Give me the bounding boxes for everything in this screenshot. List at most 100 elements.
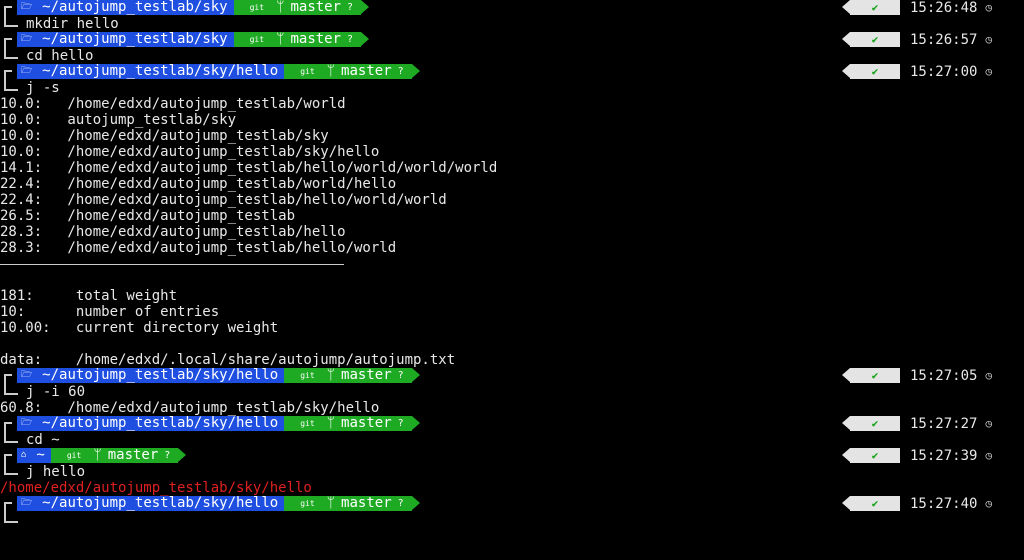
command-line-3: j -s <box>0 80 1024 96</box>
command-line-4: j -i 60 <box>0 384 1024 400</box>
check-icon: ✔ <box>842 64 900 79</box>
git-icon: git <box>249 3 265 12</box>
path-text: ~/autojump_testlab/sky/hello <box>42 495 279 511</box>
git-segment: git ᛘ master? <box>284 495 421 511</box>
folder-icon: 🗁 <box>21 2 33 12</box>
path-segment: 🗁 ~/autojump_testlab/sky/hello <box>17 63 293 79</box>
git-segment: git ᛘ master? <box>233 0 370 15</box>
prompt-line-4: 🗁 ~/autojump_testlab/sky/hello git ᛘ master… <box>0 368 1024 384</box>
path-text: ~/autojump_testlab/sky/hello <box>42 63 279 79</box>
check-icon: ✔ <box>842 368 900 383</box>
command-line-7[interactable] <box>0 512 1024 528</box>
git-icon: git <box>300 499 315 508</box>
prompt-line-5: 🗁 ~/autojump_testlab/sky/hello git ᛘ master… <box>0 416 1024 432</box>
command-text: mkdir hello <box>26 16 119 32</box>
prompt-corner-icon <box>4 502 12 512</box>
check-icon: ✔ <box>842 496 900 511</box>
clock-icon: ◷ <box>985 64 993 78</box>
prompt-line-7: 🗁 ~/autojump_testlab/sky/hello git ᛘ master… <box>0 496 1024 512</box>
clock-icon: ◷ <box>985 368 993 382</box>
folder-icon: 🗁 <box>21 66 33 76</box>
path-text: ~/autojump_testlab/sky <box>42 31 228 47</box>
prompt-corner-icon <box>4 80 18 91</box>
command-text: j -s <box>26 80 60 96</box>
branch-icon: ᛘ <box>326 63 336 79</box>
command-text: cd hello <box>26 48 94 64</box>
output-row: 26.5: /home/edxd/autojump_testlab <box>0 208 296 224</box>
output-row: 14.1: /home/edxd/autojump_testlab/hello/… <box>0 160 498 176</box>
prompt-corner-icon <box>4 374 12 384</box>
git-segment: git ᛘ master? <box>50 447 187 463</box>
output-row: 10.0: /home/edxd/autojump_testlab/sky/he… <box>0 144 380 160</box>
status-question-icon: ? <box>397 370 404 381</box>
command-text: j -i 60 <box>26 384 86 400</box>
command-line-5: cd ~ <box>0 432 1024 448</box>
data-path-row: data: /home/edxd/.local/share/autojump/a… <box>0 352 456 368</box>
jump-output-row: /home/edxd/autojump_testlab/sky/hello <box>0 480 312 496</box>
prompt-line-1: 🗁 ~/autojump_testlab/sky git ᛘ master? ✔ 15:… <box>0 0 1024 16</box>
git-icon: git <box>300 371 315 380</box>
command-line-1: mkdir hello <box>0 16 1024 32</box>
branch-name: master <box>290 31 342 47</box>
status-question-icon: ? <box>397 418 404 429</box>
clock-icon: ◷ <box>985 416 993 430</box>
path-text: ~/autojump_testlab/sky <box>42 0 228 15</box>
status-question-icon: ? <box>397 66 404 77</box>
prompt-corner-icon <box>4 512 18 523</box>
branch-icon: ᛘ <box>276 0 285 15</box>
branch-icon: ᛘ <box>276 31 285 47</box>
path-text: ~/autojump_testlab/sky/hello <box>42 415 279 431</box>
home-icon: ⌂ <box>21 450 27 460</box>
clock-icon: ◷ <box>985 32 993 46</box>
prompt-corner-icon <box>4 464 18 475</box>
check-icon: ✔ <box>842 32 900 47</box>
output-row: 28.3: /home/edxd/autojump_testlab/hello/… <box>0 240 397 256</box>
branch-name: master <box>341 367 392 383</box>
branch-icon: ᛘ <box>93 447 102 463</box>
timestamp: 15:27:00 <box>910 63 978 80</box>
git-icon: git <box>66 451 82 460</box>
prompt-corner-icon <box>4 16 18 27</box>
status-question-icon: ? <box>347 34 354 45</box>
stat-row: 10.00: current directory weight <box>0 320 279 336</box>
branch-name: master <box>290 0 342 15</box>
status-question-icon: ? <box>164 450 171 461</box>
timestamp: 15:27:40 <box>910 495 978 512</box>
folder-icon: 🗁 <box>21 498 33 508</box>
folder-icon: 🗁 <box>21 34 33 44</box>
output-row: 60.8: /home/edxd/autojump_testlab/sky/he… <box>0 400 380 416</box>
command-line-2: cd hello <box>0 48 1024 64</box>
branch-icon: ᛘ <box>326 495 336 511</box>
output-row: 10.0: /home/edxd/autojump_testlab/world <box>0 96 346 112</box>
folder-icon: 🗁 <box>21 418 33 428</box>
path-segment: ⌂ ~ <box>17 447 59 463</box>
prompt-corner-icon <box>4 48 18 59</box>
path-segment: 🗁 ~/autojump_testlab/sky/hello <box>17 367 293 383</box>
path-segment: 🗁 ~/autojump_testlab/sky/hello <box>17 415 293 431</box>
prompt-corner-icon <box>4 422 12 432</box>
prompt-corner-icon <box>4 454 12 464</box>
path-text: ~ <box>36 447 45 463</box>
path-segment: 🗁 ~/autojump_testlab/sky/hello <box>17 495 293 511</box>
branch-icon: ᛘ <box>326 415 336 431</box>
check-icon: ✔ <box>842 448 900 463</box>
prompt-line-6: ⌂ ~ git ᛘ master? ✔ 15:27:39 ◷ <box>0 448 1024 464</box>
prompt-line-3: 🗁 ~/autojump_testlab/sky/hello git ᛘ master… <box>0 64 1024 80</box>
command-line-6: j hello <box>0 464 1024 480</box>
git-segment: git ᛘ master? <box>284 415 421 431</box>
output-row: 10.0: autojump_testlab/sky <box>0 112 237 128</box>
git-segment: git ᛘ master? <box>284 367 421 383</box>
branch-name: master <box>341 63 392 79</box>
branch-name: master <box>107 447 159 463</box>
command-text: j hello <box>26 464 86 480</box>
separator-line <box>0 256 1024 272</box>
output-row: 22.4: /home/edxd/autojump_testlab/hello/… <box>0 192 447 208</box>
command-text: cd ~ <box>26 432 60 448</box>
git-segment: git ᛘ master? <box>233 31 370 47</box>
path-text: ~/autojump_testlab/sky/hello <box>42 367 279 383</box>
check-icon: ✔ <box>842 0 900 15</box>
status-question-icon: ? <box>397 498 404 509</box>
git-icon: git <box>300 419 315 428</box>
branch-icon: ᛘ <box>326 367 336 383</box>
timestamp: 15:26:57 <box>910 31 978 48</box>
